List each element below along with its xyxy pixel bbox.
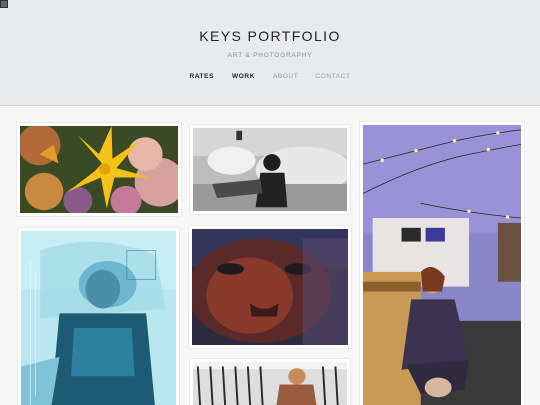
nav-rates[interactable]: RATES	[189, 73, 214, 80]
main-nav: RATES WORK ABOUT CONTACT	[0, 73, 540, 80]
photo-lilies[interactable]	[17, 123, 181, 216]
photo-gallery	[0, 107, 540, 405]
site-title[interactable]: KEYS PORTFOLIO	[0, 28, 540, 44]
nav-contact[interactable]: CONTACT	[315, 73, 350, 80]
photo-railing[interactable]	[190, 359, 350, 405]
photo-bedroom-bw[interactable]	[190, 125, 350, 214]
broken-image-icon	[0, 0, 8, 8]
photo-string-lights[interactable]	[360, 122, 524, 405]
photo-red-face[interactable]	[189, 226, 351, 348]
photo-blue-glitch[interactable]	[18, 228, 179, 405]
site-subtitle: ART & PHOTOGRAPHY	[227, 52, 313, 59]
nav-about[interactable]: ABOUT	[273, 73, 298, 80]
nav-work[interactable]: WORK	[232, 73, 255, 80]
site-header: KEYS PORTFOLIO ART & PHOTOGRAPHY RATES W…	[0, 0, 540, 106]
